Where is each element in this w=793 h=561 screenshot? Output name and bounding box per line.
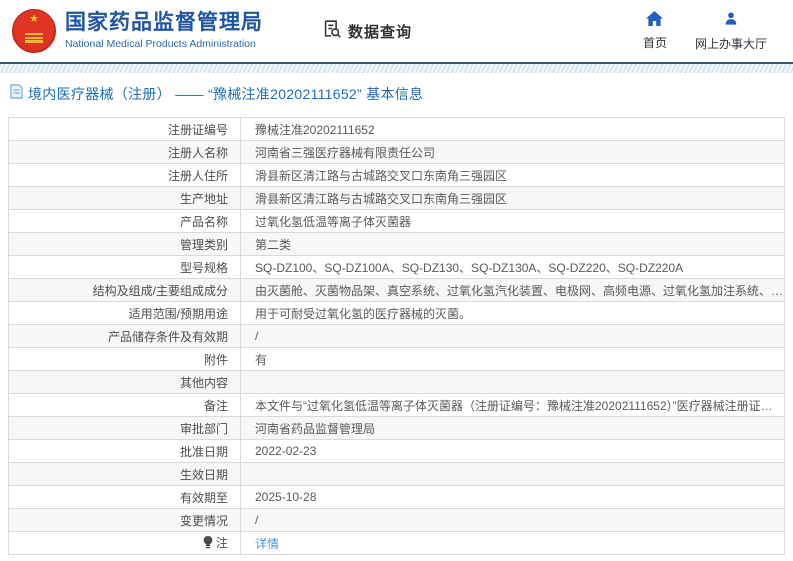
row-value: SQ-DZ100、SQ-DZ100A、SQ-DZ130、SQ-DZ130A、SQ… xyxy=(240,255,785,279)
site-header: ★ 国家药品监督管理局 National Medical Products Ad… xyxy=(0,0,793,62)
table-row: 产品名称 过氧化氢低温等离子体灭菌器 xyxy=(8,209,785,233)
table-row: 生产地址 滑县新区清江路与古城路交叉口东南角三强园区 xyxy=(8,186,785,210)
row-label: 注册人住所 xyxy=(8,163,241,187)
nav-label-home: 首页 xyxy=(642,35,667,50)
org-title-block: 国家药品监督管理局 National Medical Products Admi… xyxy=(65,11,263,51)
details-link[interactable]: 详情 xyxy=(255,537,279,551)
table-row: 其他内容 xyxy=(8,370,785,394)
row-value: 豫械注准20202111652 xyxy=(240,117,785,141)
org-name-en: National Medical Products Administration xyxy=(65,38,256,50)
header-divider-hatch xyxy=(0,64,793,73)
row-label: 附件 xyxy=(8,347,241,371)
row-value: 由灭菌舱、灭菌物品架、真空系统、过氧化氢汽化装置、电极网、高频电源、过氧化氢加注… xyxy=(240,278,785,302)
row-value: 第二类 xyxy=(240,232,785,256)
row-value: 2022-02-23 xyxy=(240,439,785,463)
row-label: 批准日期 xyxy=(8,439,241,463)
table-row: 有效期至 2025-10-28 xyxy=(8,485,785,509)
row-label: 变更情况 xyxy=(8,508,241,532)
row-label: 产品名称 xyxy=(8,209,241,233)
national-emblem-icon: ★ xyxy=(12,9,56,53)
row-label: 注 xyxy=(8,531,241,555)
page-title: 境内医疗器械（注册） —— “豫械注准20202111652” 基本信息 xyxy=(28,86,424,102)
page: ★ 国家药品监督管理局 National Medical Products Ad… xyxy=(0,0,793,561)
data-query-label: 数据查询 xyxy=(348,23,413,41)
table-row: 注册证编号 豫械注准20202111652 xyxy=(8,117,785,141)
row-value: 用于可耐受过氧化氢的医疗器械的灭菌。 xyxy=(240,301,785,325)
nav-label-service-hall: 网上办事大厅 xyxy=(694,36,767,51)
info-table-body: 注册证编号 豫械注准20202111652 注册人名称 河南省三强医疗器械有限责任公司… xyxy=(8,117,785,555)
row-value: 滑县新区清江路与古城路交叉口东南角三强园区 xyxy=(240,186,785,210)
table-row: 生效日期 xyxy=(8,462,785,486)
row-value: 河南省三强医疗器械有限责任公司 xyxy=(240,140,785,164)
row-label: 其他内容 xyxy=(8,370,241,394)
org-name-cn: 国家药品监督管理局 xyxy=(65,11,263,34)
row-label: 产品储存条件及有效期 xyxy=(8,324,241,348)
row-label: 有效期至 xyxy=(8,485,241,509)
row-value: 2025-10-28 xyxy=(240,485,785,509)
table-row: 备注 本文件与“过氧化氢低温等离子体灭菌器（注册证编号：豫械注准202021116… xyxy=(8,393,785,417)
table-row: 适用范围/预期用途 用于可耐受过氧化氢的医疗器械的灭菌。 xyxy=(8,301,785,325)
row-label: 管理类别 xyxy=(8,232,241,256)
row-value: 本文件与“过氧化氢低温等离子体灭菌器（注册证编号：豫械注准20202111652… xyxy=(240,393,785,417)
registration-info-table: 注册证编号 豫械注准20202111652 注册人名称 河南省三强医疗器械有限责任公司… xyxy=(8,117,785,555)
table-row: 型号规格 SQ-DZ100、SQ-DZ100A、SQ-DZ130、SQ-DZ130… xyxy=(8,255,785,279)
row-label: 生效日期 xyxy=(8,462,241,486)
site-logo[interactable]: ★ 国家药品监督管理局 National Medical Products Ad… xyxy=(12,9,263,53)
row-label: 备注 xyxy=(8,393,241,417)
table-row: 注册人名称 河南省三强医疗器械有限责任公司 xyxy=(8,140,785,164)
table-row: 结构及组成/主要组成成分 由灭菌舱、灭菌物品架、真空系统、过氧化氢汽化装置、电极网… xyxy=(8,278,785,302)
row-value xyxy=(240,370,785,394)
row-value: 滑县新区清江路与古城路交叉口东南角三强园区 xyxy=(240,163,785,187)
person-icon xyxy=(723,11,739,32)
home-icon xyxy=(646,10,664,31)
row-label: 注册人名称 xyxy=(8,140,241,164)
row-label: 适用范围/预期用途 xyxy=(8,301,241,325)
row-label: 注册证编号 xyxy=(8,117,241,141)
row-value: / xyxy=(240,324,785,348)
table-row: 注册人住所 滑县新区清江路与古城路交叉口东南角三强园区 xyxy=(8,163,785,187)
nav-item-service-hall[interactable]: 网上办事大厅 xyxy=(695,11,767,52)
bulb-icon xyxy=(203,535,213,552)
table-row: 附件有 xyxy=(8,347,785,371)
row-label: 生产地址 xyxy=(8,186,241,210)
row-value: 详情 xyxy=(240,531,785,555)
row-label: 结构及组成/主要组成成分 xyxy=(8,278,241,302)
table-row: 产品储存条件及有效期 / xyxy=(8,324,785,348)
table-row: 变更情况 / xyxy=(8,508,785,532)
row-value xyxy=(240,462,785,486)
row-value: 有 xyxy=(240,347,785,371)
row-value: / xyxy=(240,508,785,532)
document-search-icon xyxy=(321,18,343,45)
table-row: 审批部门 河南省药品监督管理局 xyxy=(8,416,785,440)
document-icon xyxy=(10,84,23,104)
table-row: 注详情 xyxy=(8,531,785,555)
row-label: 型号规格 xyxy=(8,255,241,279)
nav-item-home[interactable]: 首页 xyxy=(642,10,667,52)
header-nav: 首页 网上办事大厅 xyxy=(642,10,781,52)
row-value: 河南省药品监督管理局 xyxy=(240,416,785,440)
data-query-menu[interactable]: 数据查询 xyxy=(321,18,412,45)
breadcrumb: 境内医疗器械（注册） —— “豫械注准20202111652” 基本信息 xyxy=(0,73,793,117)
table-row: 管理类别 第二类 xyxy=(8,232,785,256)
row-value: 过氧化氢低温等离子体灭菌器 xyxy=(240,209,785,233)
row-label: 审批部门 xyxy=(8,416,241,440)
table-row: 批准日期 2022-02-23 xyxy=(8,439,785,463)
